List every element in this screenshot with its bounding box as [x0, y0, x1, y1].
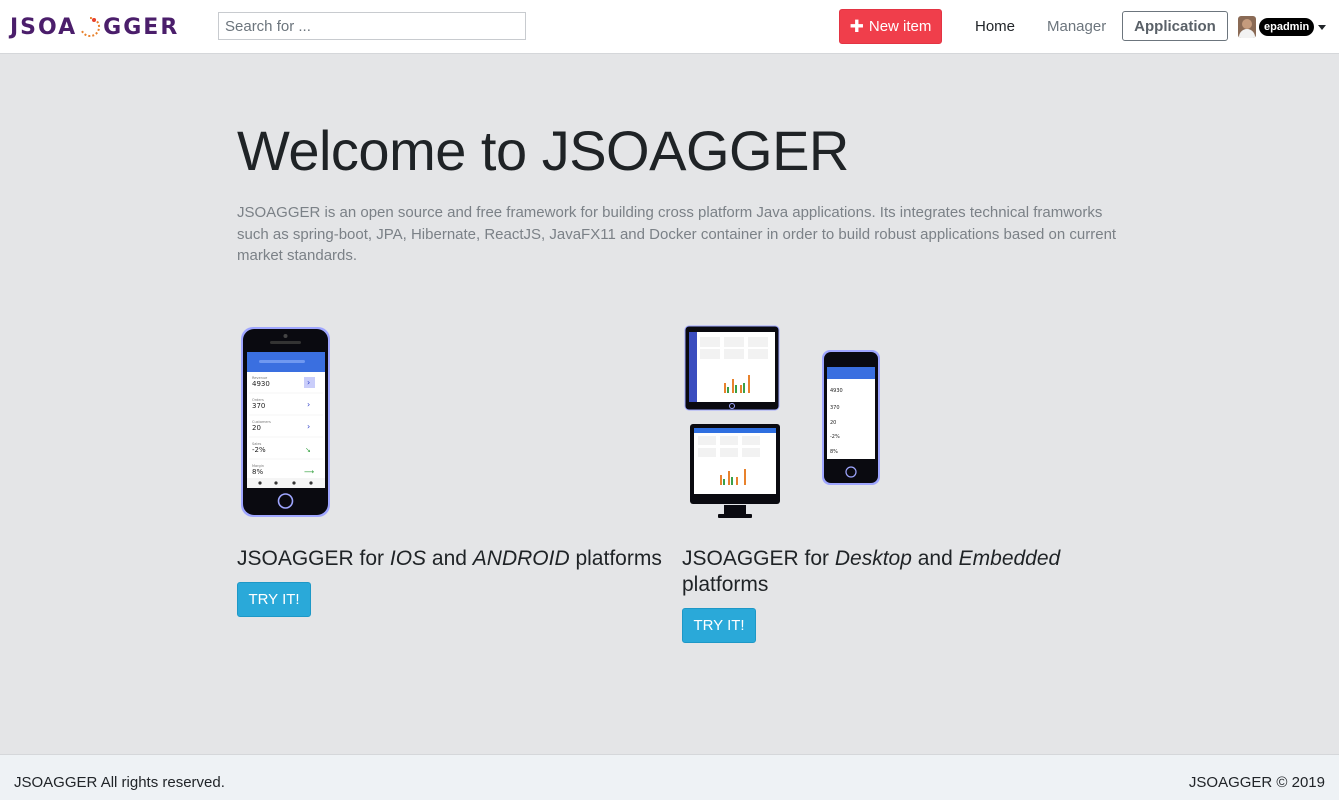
desktop-card: JSOAGGER for Desktop and Embedded platfo… — [682, 320, 1112, 643]
new-item-label: New item — [868, 18, 932, 35]
brand-text-right: GGER — [103, 14, 180, 40]
avatar — [1238, 16, 1256, 38]
search-input[interactable] — [218, 12, 526, 40]
footer-rights: JSOAGGER All rights reserved. — [14, 774, 225, 791]
new-item-button[interactable]: ✚ New item — [839, 9, 942, 44]
nav-home-link[interactable]: Home — [975, 18, 1015, 35]
nav-manager-link[interactable]: Manager — [1047, 18, 1106, 35]
try-it-desktop-button[interactable]: TRY IT! — [682, 608, 756, 643]
try-it-mobile-button[interactable]: TRY IT! — [237, 582, 311, 617]
navbar: JSOA GGER ✚ New item Home Manager Applic… — [0, 0, 1339, 54]
footer: JSOAGGER All rights reserved. JSOAGGER ©… — [0, 754, 1339, 800]
caret-down-icon — [1318, 24, 1327, 30]
desktop-card-heading: JSOAGGER for Desktop and Embedded platfo… — [682, 547, 1061, 596]
page-lead: JSOAGGER is an open source and free fram… — [237, 204, 1117, 264]
mobile-card: JSOAGGER for IOS and ANDROID platforms T… — [237, 320, 667, 617]
logo-swirl-icon — [78, 15, 102, 39]
user-name-badge: epadmin — [1259, 18, 1315, 36]
brand-logo[interactable]: JSOA GGER — [10, 13, 179, 41]
application-button[interactable]: Application — [1122, 11, 1228, 41]
user-menu[interactable]: epadmin — [1238, 15, 1327, 39]
footer-copyright: JSOAGGER © 2019 — [1188, 774, 1325, 791]
page-title: Welcome to JSOAGGER — [237, 119, 849, 182]
mobile-card-heading: JSOAGGER for IOS and ANDROID platforms — [237, 547, 662, 570]
plus-icon: ✚ — [849, 17, 864, 36]
brand-text-left: JSOA — [10, 14, 78, 40]
